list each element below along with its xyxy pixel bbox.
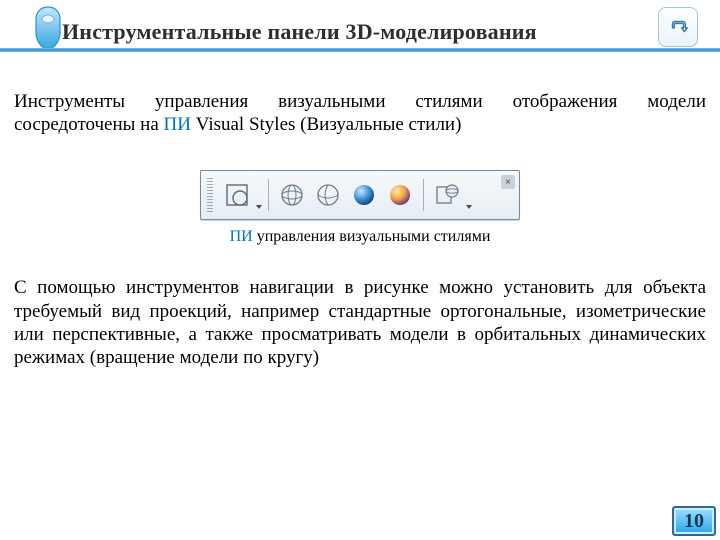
vs-realistic-orange-icon	[387, 182, 413, 208]
toolbar-figure: × ПИ управления визуальными стилями	[14, 170, 706, 246]
vs-hidden-icon	[315, 182, 341, 208]
vs-2dwireframe-icon	[224, 182, 250, 208]
toolbar-separator	[423, 179, 424, 211]
pi-abbrev: ПИ	[230, 228, 253, 245]
back-button[interactable]	[658, 7, 698, 47]
header-divider	[0, 48, 720, 52]
vs-wireframe-button[interactable]	[275, 178, 309, 212]
vs-2dwireframe-button[interactable]	[220, 178, 254, 212]
vs-realistic-blue-icon	[351, 182, 377, 208]
page-number: 10	[684, 510, 704, 533]
dropdown-caret-icon[interactable]	[255, 178, 263, 212]
return-arrow-icon	[667, 16, 689, 38]
page-title: Инструментальные панели 3D-моделирования	[62, 19, 537, 45]
text: управления визуальными стилями	[253, 228, 491, 245]
content-area: Инструменты управления визуальными стиля…	[14, 90, 706, 369]
header-bar: Инструментальные панели 3D-моделирования	[0, 5, 720, 51]
slide: Инструментальные панели 3D-моделирования…	[0, 0, 720, 540]
page-number-badge[interactable]: 10	[672, 506, 716, 536]
vs-wireframe-icon	[279, 182, 305, 208]
text: Visual Styles (Визуальные стили)	[191, 114, 461, 135]
vs-hidden-button[interactable]	[311, 178, 345, 212]
paragraph-2: С помощью инструментов навигации в рисун…	[14, 276, 706, 369]
paragraph-1: Инструменты управления визуальными стиля…	[14, 90, 706, 136]
dropdown-caret-icon[interactable]	[465, 178, 473, 212]
vs-manage-icon	[434, 182, 460, 208]
vs-manage-button[interactable]	[430, 178, 464, 212]
pi-abbrev: ПИ	[164, 114, 191, 135]
visual-styles-toolbar: ×	[200, 170, 520, 220]
vs-realistic-blue-button[interactable]	[347, 178, 381, 212]
vs-realistic-orange-button[interactable]	[383, 178, 417, 212]
figure-caption: ПИ управления визуальными стилями	[230, 228, 491, 246]
toolbar-separator	[268, 179, 269, 211]
toolbar-close-button[interactable]: ×	[501, 175, 515, 189]
toolbar-grip-icon[interactable]	[207, 178, 213, 212]
